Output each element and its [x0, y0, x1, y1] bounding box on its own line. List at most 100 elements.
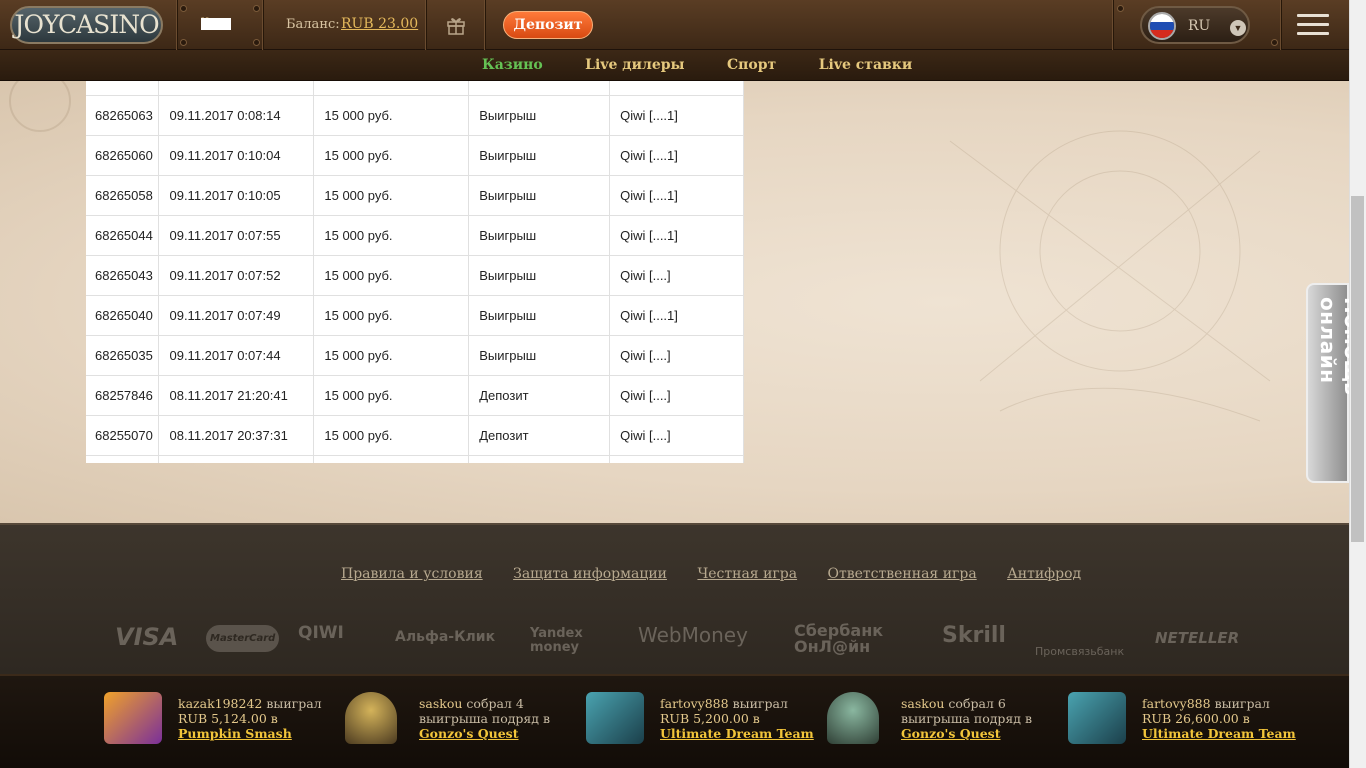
transaction-date: 09.11.2017 0:10:04 [158, 135, 315, 176]
footer-link-terms[interactable]: Правила и условия [341, 566, 483, 582]
transaction-type: Выигрыш [468, 255, 611, 296]
transaction-id: 68265058 [86, 175, 160, 216]
skrill-logo: Skrill [942, 623, 1006, 648]
language-selector[interactable]: RU ▼ [1140, 6, 1250, 44]
win-amount: RUB 5,200.00 в [660, 711, 760, 726]
transaction-amount: 15 000 руб. [313, 135, 470, 176]
winner-name: kazak198242 [178, 696, 263, 711]
main-content: 68265063 09.11.2017 0:08:14 15 000 руб. … [0, 81, 1349, 523]
method-bracket: ] [674, 147, 678, 163]
recent-wins-ticker: kazak198242 выиграл RUB 5,124.00 в Pumpk… [0, 674, 1349, 768]
transaction-method: Qiwi [....] [609, 375, 744, 416]
language-label: RU [1188, 18, 1211, 34]
transaction-id: 68255070 [86, 415, 160, 456]
game-link[interactable]: Ultimate Dream Team [660, 726, 814, 741]
winner-name: fartovy888 [1142, 696, 1211, 711]
transaction-method: Qiwi [....1] [609, 175, 744, 216]
transaction-type: Депозит [468, 375, 611, 416]
username-redaction [201, 18, 231, 30]
gift-icon[interactable] [446, 15, 466, 35]
transaction-amount: 15 000 руб. [313, 335, 470, 376]
table-row: 68265060 09.11.2017 0:10:04 15 000 руб. … [86, 135, 744, 176]
transaction-method: Qiwi [....1] [609, 135, 744, 176]
webmoney-logo: WebMoney [638, 623, 748, 647]
rivet [254, 6, 259, 11]
table-row: 68265044 09.11.2017 0:07:55 15 000 руб. … [86, 215, 744, 256]
rivet [181, 6, 186, 11]
method-bracket: ] [667, 347, 671, 363]
transaction-method: Qiwi [....] [609, 335, 744, 376]
balance-value[interactable]: RUB 23.00 [341, 16, 418, 32]
gonzos-quest-thumbnail[interactable] [827, 692, 879, 744]
help-online-tab[interactable]: Помощь онлайн [1306, 283, 1349, 483]
method-text: Qiwi [....1 [620, 147, 675, 163]
winner-name: saskou [901, 696, 945, 711]
footer-link-privacy[interactable]: Защита информации [513, 566, 667, 582]
deposit-button[interactable]: Депозит [503, 11, 593, 39]
transaction-amount: 15 000 руб. [313, 95, 470, 136]
game-link[interactable]: Ultimate Dream Team [1142, 726, 1296, 741]
hamburger-menu-icon[interactable] [1297, 14, 1329, 36]
main-nav: Казино Live дилеры Спорт Live ставки [0, 50, 1349, 81]
nav-sport[interactable]: Спорт [727, 57, 776, 73]
yandex-money-logo: Yandex money [530, 626, 583, 655]
transaction-id: 68265060 [86, 135, 160, 176]
method-bracket: ] [667, 427, 671, 443]
qiwi-logo: QIWI [298, 623, 344, 643]
game-link[interactable]: Gonzo's Quest [901, 726, 1001, 741]
method-bracket: ] [674, 227, 678, 243]
transaction-date: 09.11.2017 0:07:49 [158, 295, 315, 336]
mastercard-logo: MasterCard [206, 625, 280, 652]
sberbank-logo: Сбербанк ОнЛ@йн [794, 621, 884, 656]
transaction-method: Qiwi [....] [609, 415, 744, 456]
winner-name: saskou [419, 696, 463, 711]
russia-flag-icon [1148, 12, 1176, 40]
nav-live-dealers[interactable]: Live дилеры [585, 57, 684, 73]
transaction-date: 09.11.2017 0:08:14 [158, 95, 315, 136]
pumpkin-smash-thumbnail[interactable] [104, 692, 162, 744]
winner-name: fartovy888 [660, 696, 729, 711]
method-text: Qiwi [.... [620, 347, 668, 363]
footer-link-fair-play[interactable]: Честная игра [697, 566, 797, 582]
game-link[interactable]: Gonzo's Quest [419, 726, 519, 741]
scrollbar-thumb[interactable] [1351, 196, 1364, 542]
visa-logo: VISA [115, 623, 179, 651]
transaction-type: Выигрыш [468, 135, 611, 176]
balance-label: Баланс: [286, 17, 340, 32]
footer-link-responsible-gaming[interactable]: Ответственная игра [828, 566, 977, 582]
transaction-id: 68257846 [86, 375, 160, 416]
transaction-date: 09.11.2017 0:07:44 [158, 335, 315, 376]
ultimate-dream-team-thumbnail[interactable] [586, 692, 644, 744]
transaction-date: 09.11.2017 0:10:05 [158, 175, 315, 216]
ultimate-dream-team-thumbnail[interactable] [1068, 692, 1126, 744]
chevron-down-icon[interactable]: ▼ [1230, 20, 1246, 36]
transaction-amount: 15 000 руб. [313, 175, 470, 216]
transaction-type: Депозит [468, 415, 611, 456]
rivet [1118, 6, 1123, 11]
transaction-method: Qiwi [....1] [609, 215, 744, 256]
transaction-type: Выигрыш [468, 215, 611, 256]
transaction-id: 68265035 [86, 335, 160, 376]
divider [425, 0, 427, 50]
nav-live-bets[interactable]: Live ставки [819, 57, 913, 73]
transaction-amount: 15 000 руб. [313, 295, 470, 336]
transaction-type: Выигрыш [468, 95, 611, 136]
win-verb: выиграл [732, 696, 788, 711]
transaction-date: 08.11.2017 21:20:41 [158, 375, 315, 416]
table-row: 68265035 09.11.2017 0:07:44 15 000 руб. … [86, 335, 744, 376]
gonzos-quest-thumbnail[interactable] [345, 692, 397, 744]
divider [1112, 0, 1114, 50]
transaction-date: 08.11.2017 20:37:31 [158, 415, 315, 456]
nav-casino[interactable]: Казино [482, 57, 543, 73]
divider [176, 0, 178, 50]
win-amount: RUB 5,124.00 в [178, 711, 278, 726]
transactions-table: 68265063 09.11.2017 0:08:14 15 000 руб. … [86, 81, 744, 463]
table-row: 68265040 09.11.2017 0:07:49 15 000 руб. … [86, 295, 744, 336]
footer-link-antifraud[interactable]: Антифрод [1007, 566, 1081, 582]
neteller-logo: NETELLER [1155, 629, 1240, 647]
table-row: 68265058 09.11.2017 0:10:05 15 000 руб. … [86, 175, 744, 216]
transaction-date: 09.11.2017 0:07:52 [158, 255, 315, 296]
joycasino-logo[interactable]: JOYCASINO [10, 6, 163, 44]
method-text: Qiwi [....1 [620, 227, 675, 243]
game-link[interactable]: Pumpkin Smash [178, 726, 292, 741]
